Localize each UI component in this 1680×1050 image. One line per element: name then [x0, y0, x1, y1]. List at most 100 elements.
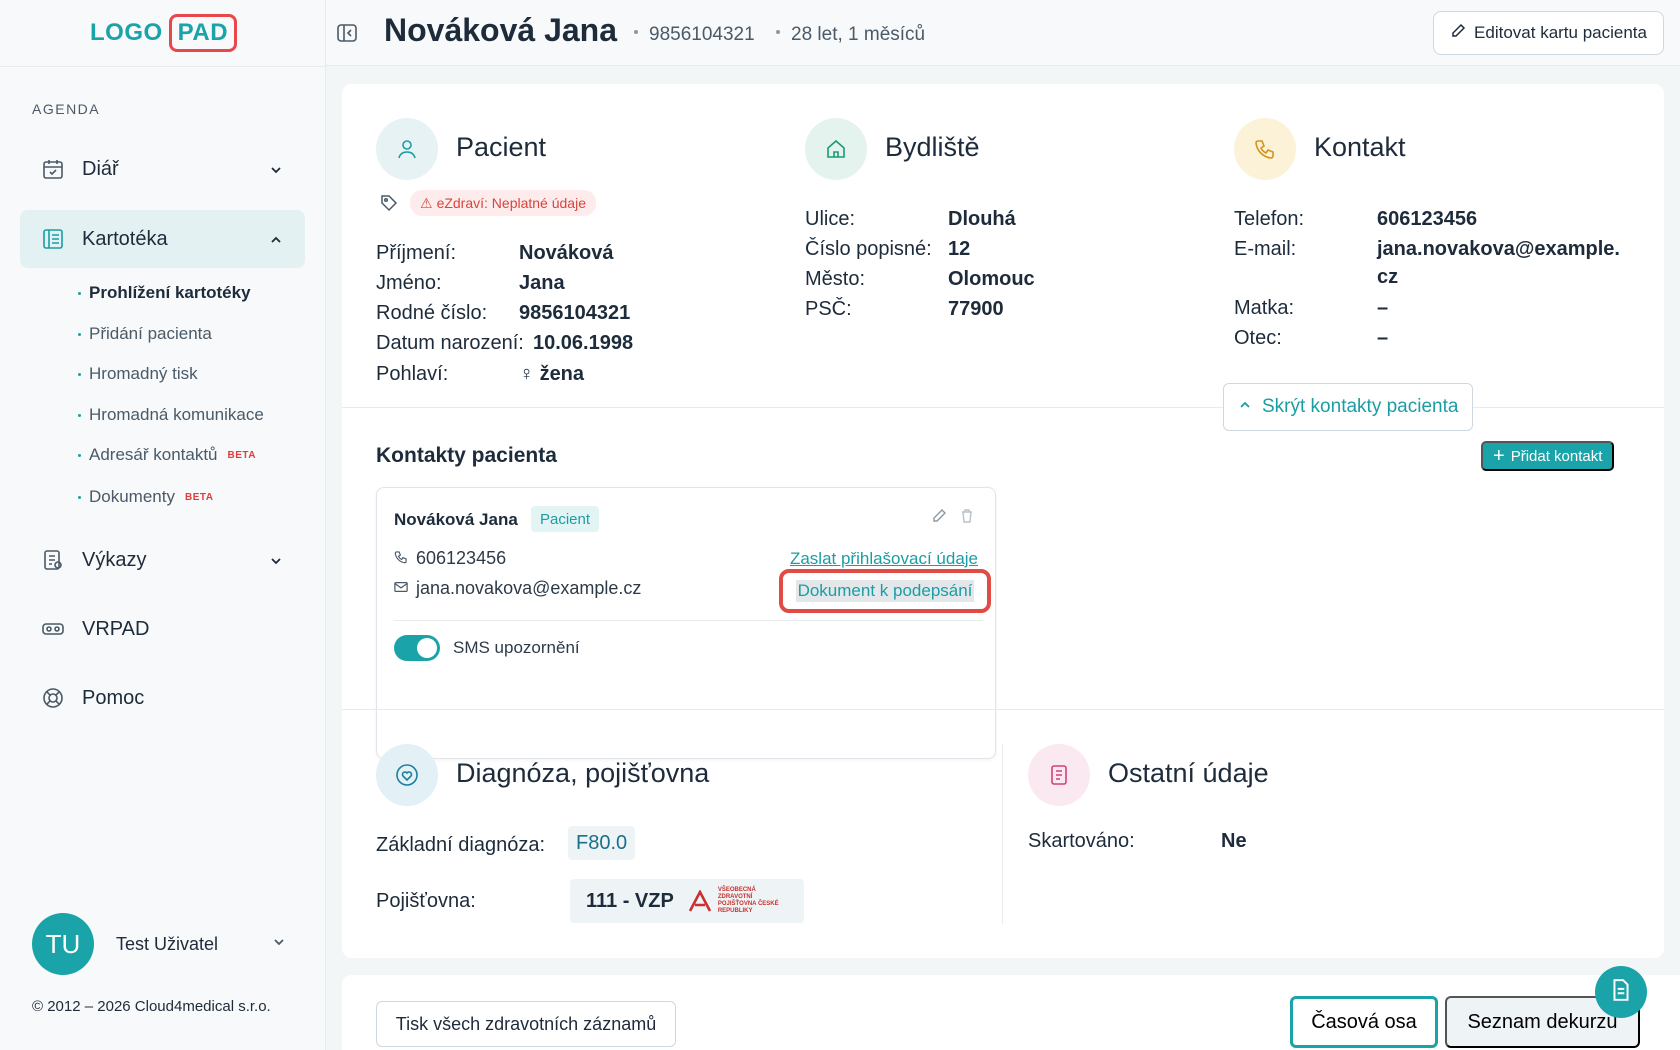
heart-circle-icon: [376, 744, 438, 806]
contact-name: Nováková Jana: [394, 510, 518, 529]
label-house-number: Číslo popisné:: [805, 238, 932, 260]
beta-badge: BETA: [184, 491, 214, 503]
page-title: Nováková Jana: [384, 12, 618, 48]
contact-email: jana.novakova@example.cz: [394, 578, 641, 599]
bottom-toolbar: Tisk všech zdravotních záznamů Časová os…: [342, 975, 1680, 1050]
tag-icon[interactable]: [380, 194, 398, 217]
add-contact-button[interactable]: + Přidat kontakt: [1481, 441, 1615, 471]
user-name: Test Uživatel: [116, 933, 219, 954]
sidebar-item-vrpad[interactable]: VRPAD: [20, 600, 305, 658]
chevron-down-icon: [272, 935, 286, 954]
value-birth-number: 9856104321: [519, 302, 631, 324]
subitem-label: Adresář kontaktů: [89, 445, 218, 464]
app-logo[interactable]: LOGO PAD: [90, 14, 238, 52]
female-icon: ♀: [519, 363, 534, 385]
value-email: jana.novakova@example.: [1377, 238, 1620, 260]
beta-badge: BETA: [227, 449, 256, 461]
subitem-label: Prohlížení kartotéky: [89, 283, 251, 302]
sidebar-item-vykazy[interactable]: Výkazy: [20, 531, 305, 589]
contact-phone-text: 606123456: [416, 548, 507, 568]
file-cabinet-icon: [40, 226, 66, 252]
vr-headset-icon: [40, 616, 66, 642]
person-icon: [376, 118, 438, 180]
label-insurance: Pojišťovna:: [376, 890, 476, 912]
subitem-label: Přidání pacienta: [89, 324, 212, 343]
chevron-up-icon: [269, 230, 283, 253]
document-icon: [1609, 978, 1633, 1007]
sidebar-collapse-icon[interactable]: [336, 22, 358, 49]
value-street: Dlouhá: [948, 208, 1016, 230]
sidebar-item-kartoteka[interactable]: Kartotéka: [20, 210, 305, 268]
value-sex: ♀ žena: [519, 363, 584, 386]
value-firstname: Jana: [519, 272, 565, 294]
plus-icon: +: [1493, 445, 1505, 467]
edit-patient-card-button[interactable]: Editovat kartu pacienta: [1433, 11, 1664, 55]
label-father: Otec:: [1234, 327, 1282, 349]
edit-icon[interactable]: [931, 508, 947, 529]
insurance-chip: 111 - VZP VŠEOBECNÁ ZDRAVOTNÍ POJIŠŤOVNA…: [570, 879, 804, 923]
sidebar: LOGO PAD AGENDA Diář Kartotéka Prohlížen…: [0, 0, 326, 1050]
sms-notification-label: SMS upozornění: [453, 638, 580, 657]
sidebar-item-diar[interactable]: Diář: [20, 140, 305, 198]
sidebar-item-label: Výkazy: [82, 548, 147, 571]
patient-contacts-title: Kontakty pacienta: [376, 444, 557, 467]
value-city: Olomouc: [948, 268, 1035, 290]
sex-text: žena: [539, 363, 585, 385]
user-menu[interactable]: TU Test Uživatel: [32, 913, 286, 975]
patient-card: Pacient ⚠ eZdraví: Neplatné údaje Příjme…: [342, 84, 1664, 958]
copyright: © 2012 – 2026 Cloud4medical s.r.o.: [32, 998, 271, 1015]
timeline-button[interactable]: Časová osa: [1290, 996, 1438, 1048]
vzp-logo: VŠEOBECNÁ ZDRAVOTNÍ POJIŠŤOVNA ČESKÉ REP…: [688, 887, 788, 915]
sidebar-item-label: Diář: [82, 157, 119, 180]
label-zip: PSČ:: [805, 298, 852, 320]
sidebar-subitem-pridani[interactable]: Přidání pacienta: [78, 324, 212, 344]
sms-notification-toggle[interactable]: [394, 635, 440, 661]
sidebar-subitem-hromadny-tisk[interactable]: Hromadný tisk: [78, 364, 198, 384]
avatar: TU: [32, 913, 94, 975]
sidebar-subitem-adresar[interactable]: Adresář kontaktů BETA: [78, 445, 256, 465]
section-title-other: Ostatní údaje: [1108, 758, 1269, 788]
trash-icon[interactable]: [959, 508, 975, 529]
section-label-agenda: AGENDA: [32, 101, 101, 117]
sidebar-item-pomoc[interactable]: Pomoc: [20, 669, 305, 727]
logo-text-2: PAD: [168, 14, 238, 52]
sidebar-item-label: Kartotéka: [82, 227, 168, 250]
contact-role-badge: Pacient: [531, 506, 600, 532]
notes-fab-button[interactable]: [1595, 966, 1647, 1018]
pencil-icon: [1450, 23, 1466, 44]
value-phone: 606123456: [1377, 208, 1478, 230]
print-all-records-button[interactable]: Tisk všech zdravotních záznamů: [376, 1001, 676, 1047]
subitem-label: Dokumenty: [89, 487, 175, 506]
document-to-sign-link[interactable]: Dokument k podepsání: [779, 569, 991, 613]
sidebar-subitem-prohlizeni[interactable]: Prohlížení kartotéky: [78, 283, 251, 303]
hide-contacts-label: Skrýt kontakty pacienta: [1262, 396, 1459, 417]
document-to-sign-label: Dokument k podepsání: [795, 580, 975, 602]
diagnosis-chip[interactable]: F80.0: [568, 826, 636, 860]
label-city: Město:: [805, 268, 866, 290]
insurance-value: 111 - VZP: [586, 889, 674, 912]
contact-email-text: jana.novakova@example.cz: [416, 578, 642, 598]
chevron-up-icon: [1238, 396, 1252, 418]
send-login-link[interactable]: Zaslat přihlašovací údaje: [790, 549, 978, 569]
mail-icon: [394, 578, 408, 599]
value-birth-date: 10.06.1998: [533, 332, 634, 354]
label-firstname: Jméno:: [376, 272, 442, 294]
label-birth-number: Rodné číslo:: [376, 302, 488, 324]
warning-icon: ⚠: [420, 194, 433, 211]
vzp-logo-text: VŠEOBECNÁ ZDRAVOTNÍ POJIŠŤOVNA ČESKÉ REP…: [717, 887, 779, 914]
sidebar-subitem-dokumenty[interactable]: Dokumenty BETA: [78, 487, 213, 507]
subitem-label: Hromadná komunikace: [89, 405, 264, 424]
label-email: E-mail:: [1234, 238, 1297, 260]
calendar-icon: [40, 156, 66, 182]
value-mother: –: [1377, 297, 1389, 319]
label-phone: Telefon:: [1234, 208, 1305, 230]
section-title-contact: Kontakt: [1314, 132, 1406, 162]
edit-button-label: Editovat kartu pacienta: [1474, 23, 1647, 42]
label-sex: Pohlaví:: [376, 363, 449, 385]
sidebar-item-label: VRPAD: [82, 617, 150, 640]
hide-contacts-button[interactable]: Skrýt kontakty pacienta: [1223, 383, 1474, 431]
sidebar-subitem-hromadna-komunikace[interactable]: Hromadná komunikace: [78, 405, 264, 425]
value-zip: 77900: [948, 298, 1004, 320]
phone-icon: [394, 548, 408, 569]
section-title-residence: Bydliště: [885, 132, 980, 162]
